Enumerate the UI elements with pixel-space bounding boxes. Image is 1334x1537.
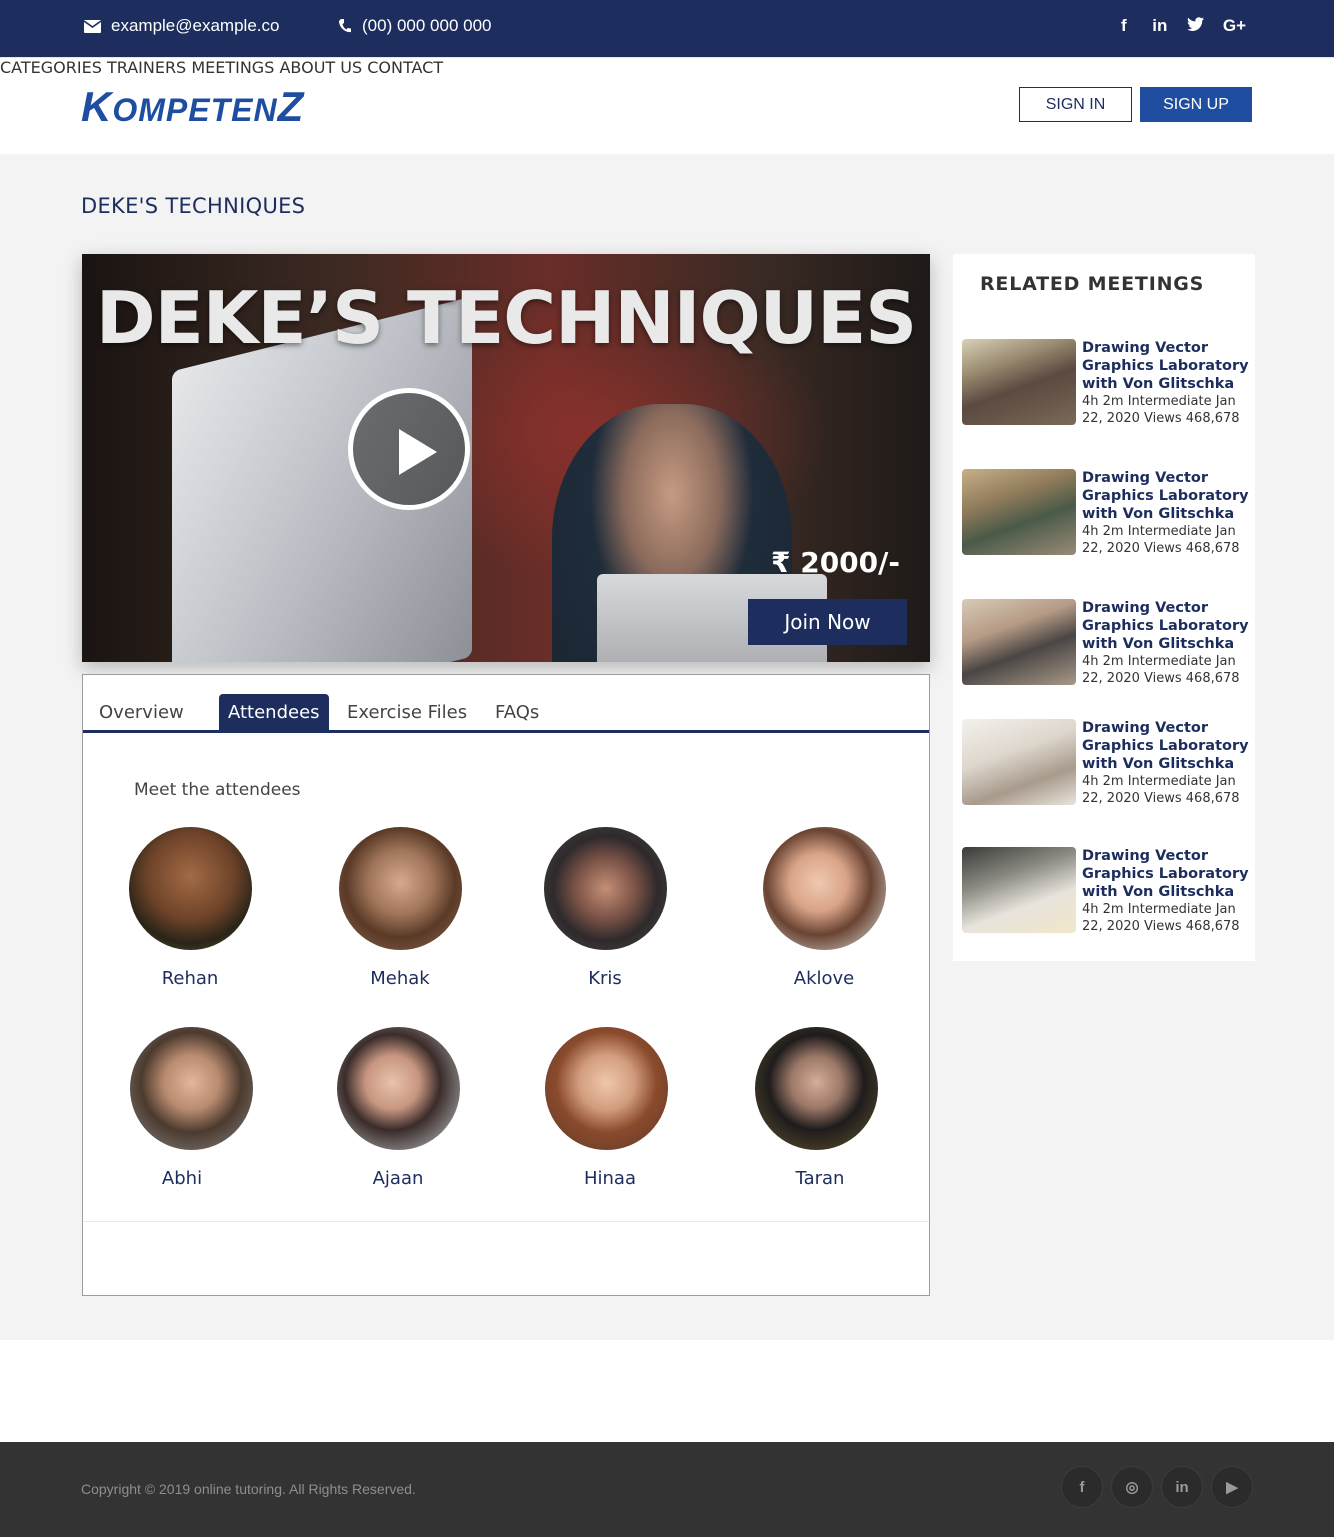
phone-text: (00) 000 000 000 <box>362 16 492 35</box>
attendee-card[interactable]: Kris <box>520 827 690 989</box>
attendee-card[interactable]: Aklove <box>739 827 909 989</box>
google-plus-icon[interactable]: G+ <box>1223 16 1246 36</box>
attendee-card[interactable]: Rehan <box>105 827 275 989</box>
related-heading: RELATED MEETINGS <box>980 273 1205 295</box>
attendee-card[interactable]: Taran <box>735 1027 905 1189</box>
meeting-title: Drawing Vector Graphics Laboratory with … <box>1082 848 1249 900</box>
email-contact[interactable]: example@example.co <box>84 16 279 36</box>
nav-categories[interactable]: CATEGORIES <box>0 58 102 77</box>
tab-attendees[interactable]: Attendees <box>219 694 329 730</box>
attendee-name: Abhi <box>161 1168 203 1189</box>
twitter-icon[interactable] <box>1187 16 1205 36</box>
attendee-card[interactable]: Abhi <box>97 1027 267 1189</box>
tab-bar: Overview Attendees Exercise Files FAQs <box>83 675 929 733</box>
avatar <box>762 827 886 950</box>
play-icon <box>399 429 437 475</box>
top-bar: example@example.co (00) 000 000 000 f in… <box>0 0 1334 57</box>
envelope-icon <box>84 19 101 33</box>
phone-icon <box>339 19 351 33</box>
footer-linkedin-icon[interactable]: in <box>1161 1466 1203 1508</box>
related-meetings: RELATED MEETINGS Drawing Vector Graphics… <box>953 254 1255 961</box>
meeting-thumbnail <box>962 469 1076 555</box>
top-social-links: f in G+ <box>1115 16 1246 36</box>
main-content: DEKE'S TECHNIQUES DEKE’S TECHNIQUES ₹ 20… <box>0 154 1334 1340</box>
phone-contact[interactable]: (00) 000 000 000 <box>338 16 492 36</box>
meeting-thumbnail <box>962 847 1076 933</box>
attendee-name: Rehan <box>161 968 219 989</box>
meeting-title: Drawing Vector Graphics Laboratory with … <box>1082 720 1249 772</box>
attendee-name: Aklove <box>793 968 855 989</box>
nav-meetings[interactable]: MEETINGS <box>191 58 274 77</box>
attendee-card[interactable]: Hinaa <box>525 1027 695 1189</box>
tab-faqs[interactable]: FAQs <box>486 694 548 730</box>
play-button[interactable] <box>348 388 470 510</box>
footer-youtube-icon[interactable]: ▶ <box>1211 1466 1253 1508</box>
meeting-title: Drawing Vector Graphics Laboratory with … <box>1082 340 1249 392</box>
footer: Copyright © 2019 online tutoring. All Ri… <box>0 1442 1334 1537</box>
nav-about-us[interactable]: ABOUT US <box>279 58 362 77</box>
avatar <box>545 1027 668 1150</box>
sign-in-button[interactable]: SIGN IN <box>1019 87 1132 122</box>
panel-divider <box>83 1221 929 1222</box>
meeting-title: Drawing Vector Graphics Laboratory with … <box>1082 600 1249 652</box>
avatar <box>755 1027 878 1150</box>
attendees-heading: Meet the attendees <box>134 780 301 800</box>
tab-exercise-files[interactable]: Exercise Files <box>338 694 476 730</box>
footer-instagram-icon[interactable]: ◎ <box>1111 1466 1153 1508</box>
email-text: example@example.co <box>111 16 280 35</box>
kompetenz-logo[interactable]: KOMPETENZ <box>81 86 304 128</box>
meeting-thumbnail <box>962 339 1076 425</box>
meeting-meta: 4h 2m Intermediate Jan 22, 2020 Views 46… <box>1082 654 1240 686</box>
avatar <box>543 827 667 950</box>
join-now-button[interactable]: Join Now <box>748 599 907 645</box>
attendee-name: Ajaan <box>372 1168 424 1189</box>
course-price: ₹ 2000/- <box>770 546 900 579</box>
meeting-title: Drawing Vector Graphics Laboratory with … <box>1082 470 1249 522</box>
attendee-name: Taran <box>795 1168 845 1189</box>
avatar <box>338 827 462 950</box>
main-header: KOMPETENZ CATEGORIES TRAINERS MEETINGS A… <box>0 57 1334 154</box>
sign-up-button[interactable]: SIGN UP <box>1140 87 1252 122</box>
linkedin-icon[interactable]: in <box>1151 16 1169 36</box>
attendee-name: Hinaa <box>583 1168 636 1189</box>
meeting-meta: 4h 2m Intermediate Jan 22, 2020 Views 46… <box>1082 902 1240 934</box>
page-title: DEKE'S TECHNIQUES <box>81 194 306 218</box>
meeting-meta: 4h 2m Intermediate Jan 22, 2020 Views 46… <box>1082 524 1240 556</box>
course-video[interactable]: DEKE’S TECHNIQUES ₹ 2000/- Join Now <box>82 254 930 662</box>
tab-overview[interactable]: Overview <box>90 694 193 730</box>
attendee-name: Kris <box>588 968 622 989</box>
avatar <box>128 827 252 950</box>
attendee-card[interactable]: Mehak <box>315 827 485 989</box>
meeting-meta: 4h 2m Intermediate Jan 22, 2020 Views 46… <box>1082 774 1240 806</box>
avatar <box>336 1027 460 1150</box>
course-tabs-panel: Overview Attendees Exercise Files FAQs M… <box>82 674 930 1296</box>
attendee-card[interactable]: Ajaan <box>313 1027 483 1189</box>
footer-facebook-icon[interactable]: f <box>1061 1466 1103 1508</box>
facebook-icon[interactable]: f <box>1115 16 1133 36</box>
video-title: DEKE’S TECHNIQUES <box>95 276 917 360</box>
avatar <box>130 1027 253 1150</box>
meeting-thumbnail <box>962 599 1076 685</box>
main-nav: CATEGORIES TRAINERS MEETINGS ABOUT US CO… <box>0 58 1334 77</box>
nav-trainers[interactable]: TRAINERS <box>107 58 186 77</box>
meeting-thumbnail <box>962 719 1076 805</box>
meeting-meta: 4h 2m Intermediate Jan 22, 2020 Views 46… <box>1082 394 1240 426</box>
nav-contact[interactable]: CONTACT <box>367 58 443 77</box>
attendee-name: Mehak <box>370 968 430 989</box>
copyright-text: Copyright © 2019 online tutoring. All Ri… <box>81 1481 416 1497</box>
